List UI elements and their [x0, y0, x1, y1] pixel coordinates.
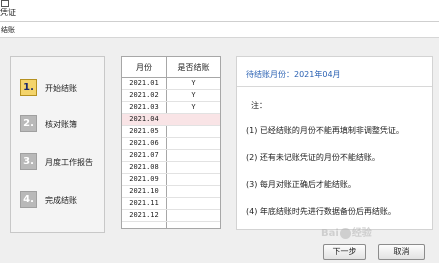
- column-header-closed: 是否结账: [177, 63, 210, 72]
- closed-cell: Y: [191, 91, 196, 99]
- table-row[interactable]: 2021.07: [122, 150, 220, 162]
- window-icon: [1, 0, 9, 7]
- table-row[interactable]: 2021.11: [122, 198, 220, 210]
- note-line: (1) 已经结账的月份不能再填制非调整凭证。: [246, 126, 404, 135]
- note-line: (4) 年底结账时先进行数据备份后再结账。: [246, 207, 396, 216]
- note-title: 注：: [251, 101, 267, 110]
- month-cell: 2021.06: [129, 139, 159, 147]
- column-header-month: 月份: [136, 63, 152, 72]
- closed-cell: Y: [191, 103, 196, 111]
- subtitle-bar: 结账: [0, 23, 439, 38]
- next-button[interactable]: 下一步: [323, 244, 366, 260]
- watermark-text-right: 经验: [351, 228, 372, 239]
- steps-panel: 1. 开始结账 2. 核对账簿 3. 月度工作报告 4. 完成结账: [10, 56, 105, 233]
- step-label: 核对账簿: [45, 120, 77, 129]
- month-table: 月份 是否结账 2021.01 Y 2021.02 Y 2021.03 Y 2021.…: [121, 56, 221, 229]
- month-cell: 2021.09: [129, 175, 159, 183]
- table-row[interactable]: 2021.01 Y: [122, 78, 220, 90]
- info-divider: [237, 86, 432, 87]
- baidu-watermark: Bai 经验: [321, 224, 372, 239]
- step-number-badge: 1.: [20, 79, 37, 96]
- note-line: (3) 每月对账正确后才能结账。: [246, 180, 356, 189]
- month-cell: 2021.02: [129, 91, 159, 99]
- table-row[interactable]: 2021.05: [122, 126, 220, 138]
- month-cell: 2021.01: [129, 79, 159, 87]
- month-cell: 2021.12: [129, 211, 159, 219]
- note-line: (2) 还有未记账凭证的月份不能结账。: [246, 153, 380, 162]
- table-row[interactable]: 2021.10: [122, 186, 220, 198]
- table-row[interactable]: 2021.12: [122, 210, 220, 222]
- step-number-badge: 3.: [20, 153, 37, 170]
- closed-cell: Y: [191, 79, 196, 87]
- table-row[interactable]: 2021.03 Y: [122, 102, 220, 114]
- table-header: 月份 是否结账: [122, 57, 220, 78]
- cancel-button[interactable]: 取消: [378, 244, 425, 260]
- table-row[interactable]: 2021.06: [122, 138, 220, 150]
- month-cell: 2021.03: [129, 103, 159, 111]
- step-check-books[interactable]: 2. 核对账簿: [20, 115, 104, 133]
- step-monthly-report[interactable]: 3. 月度工作报告: [20, 153, 104, 171]
- wizard-body: 1. 开始结账 2. 核对账簿 3. 月度工作报告 4. 完成结账 月份 是否结…: [0, 38, 439, 263]
- watermark-text-left: Bai: [321, 228, 339, 239]
- paw-icon: [339, 227, 351, 239]
- step-label: 月度工作报告: [45, 158, 93, 167]
- step-label: 开始结账: [45, 84, 77, 93]
- month-cell: 2021.05: [129, 127, 159, 135]
- table-row[interactable]: 2021.02 Y: [122, 90, 220, 102]
- subtitle-text: 结账: [1, 26, 15, 34]
- step-number-badge: 4.: [20, 191, 37, 208]
- step-finish-closing[interactable]: 4. 完成结账: [20, 191, 104, 209]
- month-cell: 2021.11: [129, 199, 159, 207]
- month-cell: 2021.07: [129, 151, 159, 159]
- month-cell: 2021.04: [129, 115, 159, 123]
- title-divider: [0, 21, 439, 22]
- pending-month-text: 待结账月份：2021年04月: [246, 70, 341, 79]
- step-label: 完成结账: [45, 196, 77, 205]
- table-row-selected[interactable]: 2021.04: [122, 114, 220, 126]
- month-cell: 2021.10: [129, 187, 159, 195]
- info-panel: 待结账月份：2021年04月 注： (1) 已经结账的月份不能再填制非调整凭证。…: [236, 56, 433, 230]
- table-row[interactable]: 2021.08: [122, 162, 220, 174]
- window-title: 凭证: [0, 8, 16, 17]
- step-number-badge: 2.: [20, 115, 37, 132]
- table-row[interactable]: 2021.09: [122, 174, 220, 186]
- month-cell: 2021.08: [129, 163, 159, 171]
- step-start-closing[interactable]: 1. 开始结账: [20, 79, 104, 97]
